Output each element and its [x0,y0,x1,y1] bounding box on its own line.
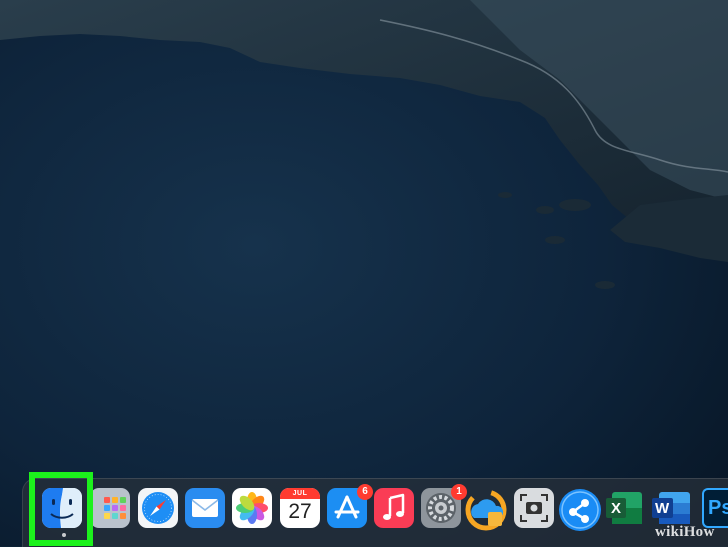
gear-icon[interactable]: 1 [421,484,467,528]
photoshop-letter: Ps [708,497,728,519]
app-store-icon[interactable]: 6 [327,484,373,528]
finder-running-indicator [62,533,66,537]
excel-icon[interactable]: X [606,488,644,528]
rock [545,236,565,244]
word-letter: W [655,500,670,517]
desktop-wallpaper [0,0,728,546]
rock [536,206,554,214]
calendar-icon[interactable]: JUL 27 [280,488,320,528]
safari-icon[interactable] [138,488,178,528]
cloud-app-icon[interactable] [464,488,507,531]
photoshop-icon[interactable]: Ps [702,488,728,528]
finder-icon[interactable] [42,488,82,528]
shareit-icon[interactable] [558,488,601,531]
mail-icon[interactable] [185,488,225,528]
rock [559,199,591,211]
rock [595,281,615,289]
screenshot-icon[interactable] [514,488,554,528]
photos-icon[interactable] [232,488,272,528]
calendar-month: JUL [292,490,308,497]
calendar-day: 27 [288,500,312,523]
wikihow-watermark: wikiHow [655,524,715,540]
music-icon[interactable] [374,488,414,528]
word-icon[interactable]: W [652,488,692,528]
app-store-badge: 6 [357,484,373,500]
launchpad-icon[interactable] [90,488,130,528]
rock [498,192,512,198]
excel-letter: X [611,500,622,517]
